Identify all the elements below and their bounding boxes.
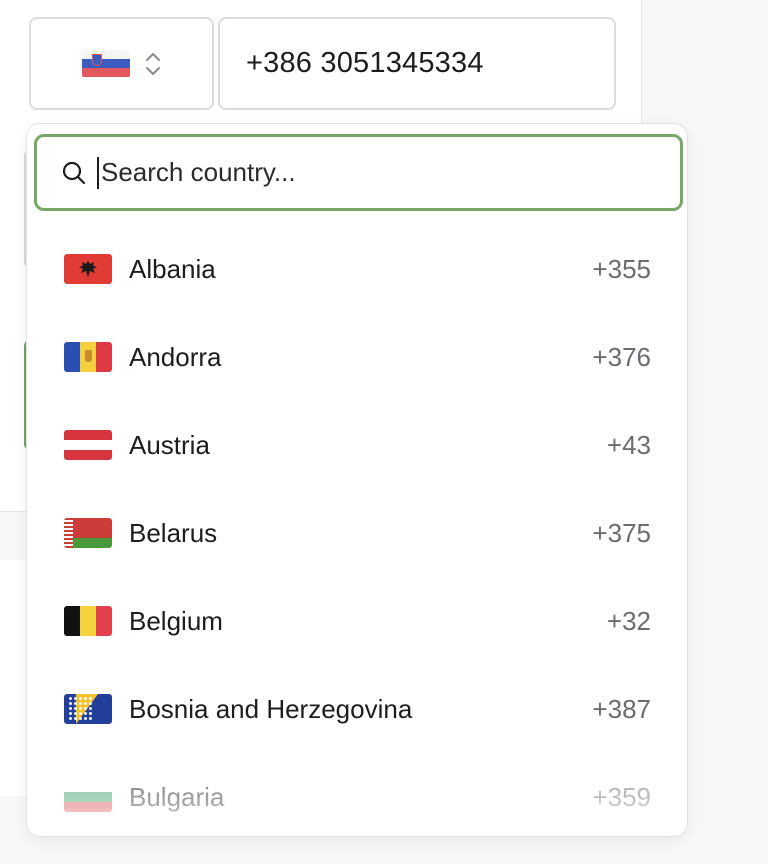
slovenia-flag-icon: [81, 49, 130, 78]
country-name: Belgium: [129, 605, 223, 636]
country-name: Belarus: [129, 517, 218, 548]
chevron-up-down-icon: [145, 52, 160, 75]
country-search-box[interactable]: [34, 134, 683, 211]
country-name: Bosnia and Herzegovina: [129, 693, 413, 724]
bosnia-flag-icon: [64, 694, 112, 724]
albania-flag-icon: [64, 254, 112, 284]
country-dial-code: +32: [606, 605, 651, 636]
country-name: Andorra: [129, 341, 222, 372]
belarus-flag-icon: [64, 518, 112, 548]
country-dial-code: +355: [592, 253, 651, 284]
country-dial-code: +375: [592, 517, 651, 548]
country-dial-code: +43: [606, 429, 651, 460]
country-option-andorra[interactable]: Andorra +376: [27, 313, 687, 401]
country-dial-code: +387: [592, 693, 651, 724]
austria-flag-icon: [64, 430, 112, 460]
belgium-flag-icon: [64, 606, 112, 636]
country-name: Albania: [129, 253, 216, 284]
country-option-bosnia-and-herzegovina[interactable]: Bosnia and Herzegovina +387: [27, 665, 687, 753]
country-option-belgium[interactable]: Belgium +32: [27, 577, 687, 665]
country-option-albania[interactable]: Albania +355: [27, 225, 687, 313]
phone-number-input[interactable]: +386 3051345334: [218, 17, 616, 110]
search-icon: [62, 161, 86, 184]
country-dial-code: +376: [592, 341, 651, 372]
country-name: Bulgaria: [129, 781, 225, 812]
country-name: Austria: [129, 429, 210, 460]
country-search-input[interactable]: [101, 157, 621, 188]
andorra-flag-icon: [64, 342, 112, 372]
country-option-bulgaria[interactable]: Bulgaria +359: [27, 753, 687, 836]
country-option-austria[interactable]: Austria +43: [27, 401, 687, 489]
page: +386 3051345334 Albania +355: [0, 0, 768, 864]
bulgaria-flag-icon: [64, 782, 112, 812]
country-dial-code: +359: [592, 781, 651, 812]
country-list: Albania +355 Andorra +376 Austria +43 Be…: [27, 225, 687, 836]
country-dropdown: Albania +355 Andorra +376 Austria: [26, 123, 688, 837]
text-caret: [97, 156, 99, 189]
phone-number-value: +386 3051345334: [246, 47, 484, 79]
country-option-belarus[interactable]: Belarus +375: [27, 489, 687, 577]
country-code-select[interactable]: [29, 17, 214, 110]
